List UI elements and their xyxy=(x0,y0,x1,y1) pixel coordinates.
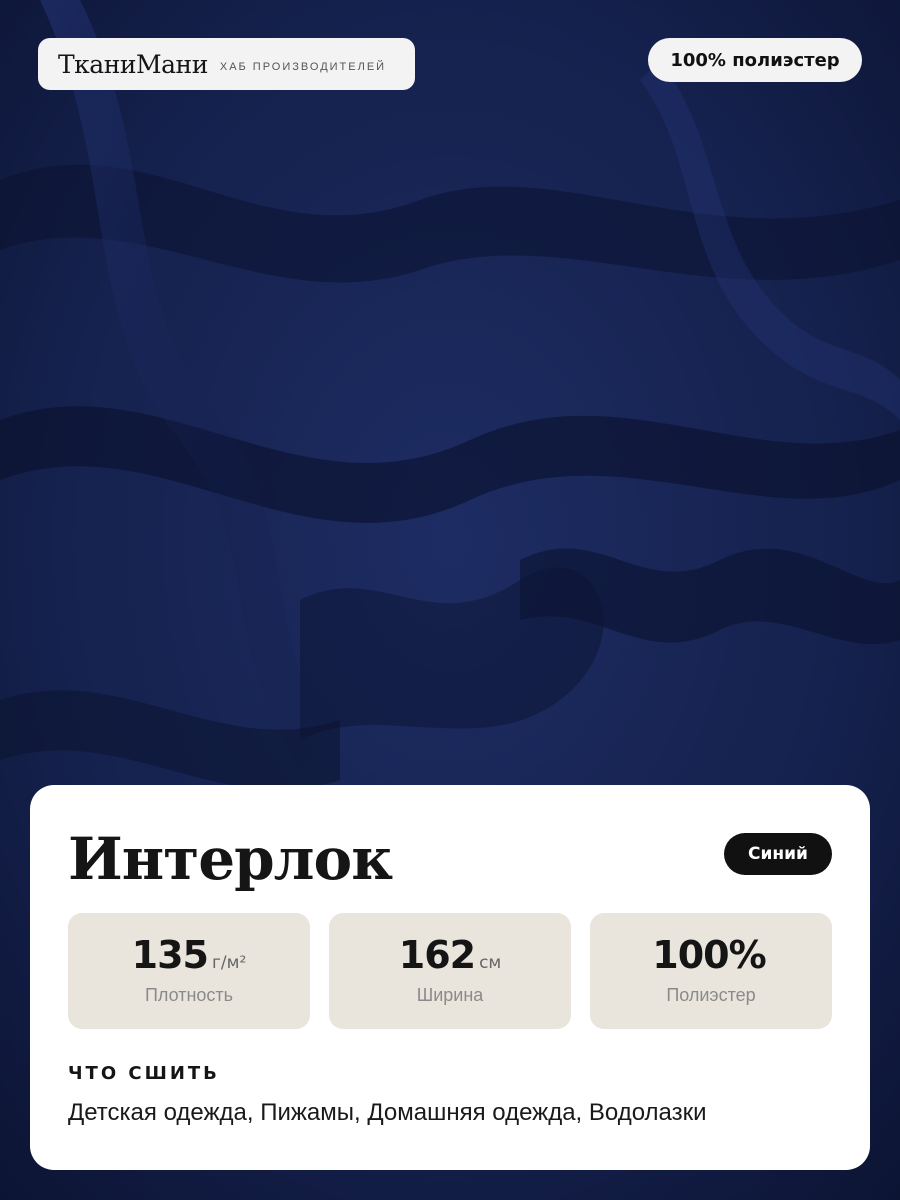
stat-unit: г/м² xyxy=(212,953,247,973)
stat-unit: см xyxy=(479,953,502,973)
color-badge: Синий xyxy=(724,833,832,875)
uses-text: Детская одежда, Пижамы, Домашняя одежда,… xyxy=(68,1099,707,1126)
stat-density: 135 г/м² Плотность xyxy=(68,913,310,1029)
brand-subtitle: ХАБ ПРОИЗВОДИТЕЛЕЙ xyxy=(219,61,387,73)
stat-label: Полиэстер xyxy=(666,985,756,1005)
stat-width: 162 см Ширина xyxy=(329,913,571,1029)
stat-value: 135 xyxy=(131,933,209,977)
brand-name: ТканиМани xyxy=(58,49,208,79)
stat-label: Плотность xyxy=(144,985,234,1005)
uses-heading: ЧТО СШИТЬ xyxy=(68,1063,220,1084)
stat-value: 100% xyxy=(652,933,766,977)
brand-pill: ТканиМани ХАБ ПРОИЗВОДИТЕЛЕЙ xyxy=(38,38,415,90)
stat-composition: 100% Полиэстер xyxy=(590,913,832,1029)
material-badge: 100% полиэстер xyxy=(648,38,862,82)
product-card: Интерлок Синий 135 г/м² Плотность 162 см… xyxy=(30,785,870,1170)
stat-label: Ширина xyxy=(416,985,484,1005)
product-title: Интерлок xyxy=(68,825,393,893)
stat-value: 162 xyxy=(398,933,476,977)
